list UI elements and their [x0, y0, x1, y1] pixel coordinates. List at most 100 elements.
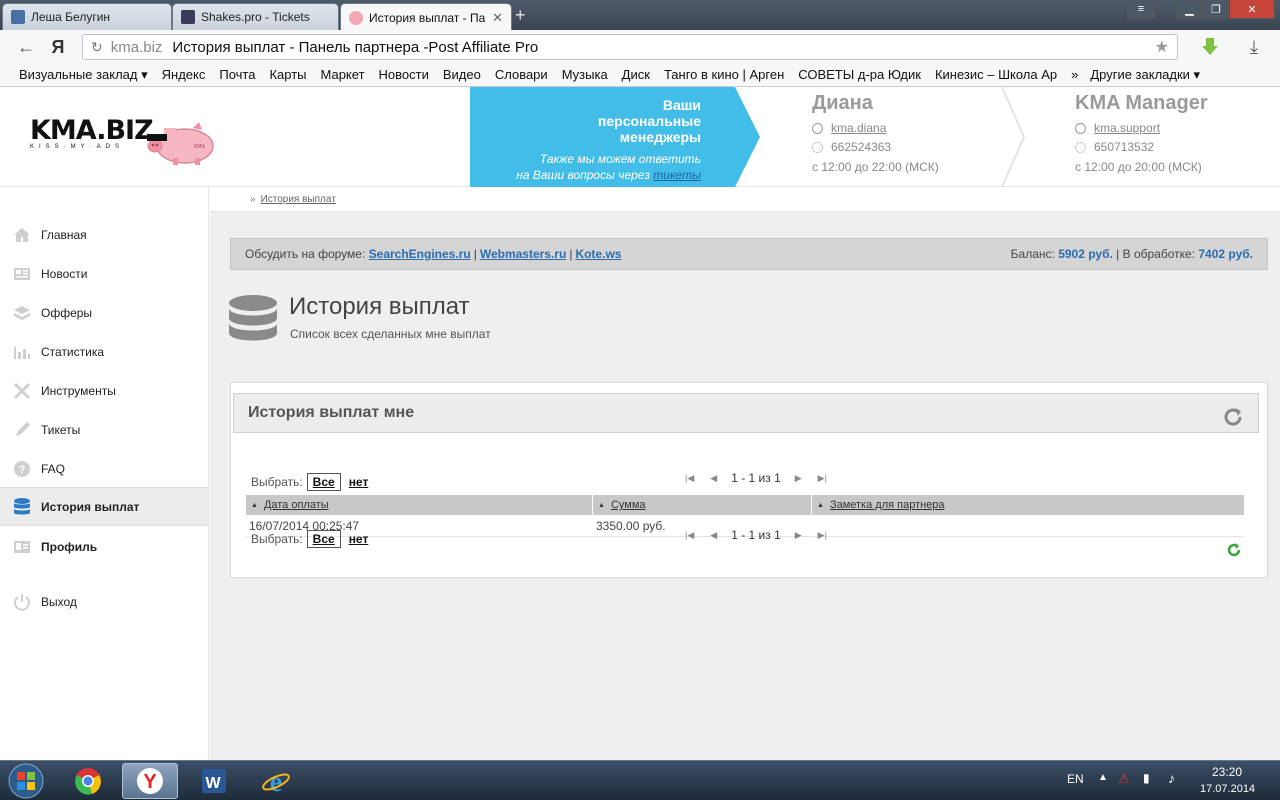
close-tab-icon[interactable]: ✕ [486, 10, 503, 26]
first-page-icon[interactable]: |◀ [685, 530, 694, 541]
sidebar-item-faq[interactable]: ? FAQ [0, 449, 208, 488]
breadcrumb-current[interactable]: История выплат [261, 194, 336, 205]
bookmark-maps[interactable]: Карты [269, 67, 306, 82]
bookmark-dictionaries[interactable]: Словари [495, 67, 548, 82]
bookmark-star-icon[interactable]: ★ [1155, 37, 1169, 57]
sidebar-item-tools[interactable]: Инструменты [0, 371, 208, 410]
chrome-taskbar-icon[interactable] [60, 763, 116, 799]
forum-link-kote[interactable]: Kote.ws [575, 247, 621, 261]
prev-page-icon[interactable]: ◀ [710, 530, 717, 541]
page-heading: История выплат Список всех сделанных мне… [228, 293, 828, 353]
shakes-favicon-icon [181, 10, 195, 24]
bookmark-yandex[interactable]: Яндекс [162, 67, 206, 82]
sidebar-item-stats[interactable]: Статистика [0, 332, 208, 371]
next-page-icon[interactable]: ▶ [795, 473, 802, 484]
skype-icon [1075, 122, 1086, 134]
prev-page-icon[interactable]: ◀ [710, 473, 717, 484]
forum-link-searchengines[interactable]: SearchEngines.ru [369, 247, 471, 261]
clock-date[interactable]: 17.07.2014 [1200, 783, 1255, 795]
sidebar-item-tickets[interactable]: Тикеты [0, 410, 208, 449]
manager-skype-link[interactable]: kma.diana [831, 121, 886, 135]
kma-logo[interactable]: KMA.BIZ KISS·MY·ADS [30, 117, 154, 151]
language-indicator[interactable]: EN [1067, 772, 1084, 786]
sidebar-item-home[interactable]: Главная [0, 215, 208, 254]
power-icon [12, 592, 32, 612]
sidebar-nav: Главная Новости Офферы Статистика Инстру… [0, 187, 209, 760]
home-icon [12, 225, 32, 245]
bookmarks-overflow-icon[interactable]: » [1071, 67, 1078, 82]
tab-shakes-tickets[interactable]: Shakes.pro - Tickets [172, 3, 339, 30]
yandex-browser-taskbar-icon[interactable]: Y [122, 763, 178, 799]
address-bar[interactable]: ↻ kma.biz История выплат - Панель партне… [82, 34, 1178, 60]
column-amount[interactable]: ▲ Сумма [593, 495, 812, 515]
bookmark-news[interactable]: Новости [379, 67, 429, 82]
close-window-button[interactable]: ✕ [1229, 0, 1275, 19]
bookmark-tango[interactable]: Танго в кино | Арген [664, 67, 784, 82]
export-refresh-icon[interactable] [1227, 543, 1241, 560]
internet-explorer-taskbar-icon[interactable]: e [248, 763, 304, 799]
tickets-link[interactable]: тикеты [653, 168, 701, 182]
sidebar-item-news[interactable]: Новости [0, 254, 208, 293]
select-none-button[interactable]: нет [349, 532, 369, 546]
yandex-y-icon[interactable]: Я [46, 35, 70, 59]
tab-leha-belugin[interactable]: Леша Белугин [2, 3, 172, 30]
select-all-button[interactable]: Все [306, 473, 341, 491]
sidebar-item-profile[interactable]: Профиль [0, 527, 208, 566]
sidebar-item-label: Статистика [41, 344, 105, 359]
sidebar-item-label: Инструменты [41, 383, 116, 398]
network-warning-icon[interactable]: ⚠ [1118, 771, 1130, 787]
minimize-button[interactable]: ▁ [1176, 0, 1203, 19]
manager-skype-link[interactable]: kma.support [1094, 121, 1160, 135]
page-subtitle: Список всех сделанных мне выплат [290, 327, 491, 341]
pager-text: 1 - 1 из 1 [731, 471, 781, 485]
manager-icq: 662524363 [831, 140, 892, 154]
select-row-bottom: Выбрать: Все нет [251, 530, 369, 548]
bookmark-market[interactable]: Маркет [321, 67, 365, 82]
volume-icon[interactable]: ♪ [1168, 770, 1175, 786]
refresh-icon[interactable] [1222, 406, 1244, 431]
select-all-button[interactable]: Все [306, 530, 341, 548]
new-tab-button[interactable]: + [515, 5, 526, 26]
sidebar-item-label: Главная [41, 227, 87, 242]
start-button[interactable] [4, 762, 48, 800]
column-date[interactable]: ▲ Дата оплаты [246, 495, 593, 515]
menu-icon[interactable]: ≡ [1127, 0, 1155, 19]
next-page-icon[interactable]: ▶ [795, 530, 802, 541]
bookmark-mail[interactable]: Почта [219, 67, 255, 82]
manager-hours: с 12:00 до 20:00 (МСК) [1075, 160, 1202, 174]
pager-bottom: |◀ ◀ 1 - 1 из 1 ▶ ▶| [677, 528, 835, 542]
column-note[interactable]: ▲ Заметка для партнера [812, 495, 1244, 515]
last-page-icon[interactable]: ▶| [818, 473, 827, 484]
sidebar-item-offers[interactable]: Офферы [0, 293, 208, 332]
banner-title: Ваши персональные менеджеры [597, 97, 701, 145]
reload-icon[interactable]: ↻ [91, 39, 103, 56]
manager-card-diana: Диана kma.diana 662524363 с 12:00 до 22:… [812, 92, 939, 174]
first-page-icon[interactable]: |◀ [685, 473, 694, 484]
bookmark-other[interactable]: Другие закладки ▾ [1090, 67, 1200, 83]
bookmark-disk[interactable]: Диск [622, 67, 650, 82]
download-green-icon[interactable] [1198, 35, 1222, 59]
maximize-button[interactable]: ❐ [1203, 0, 1229, 19]
word-taskbar-icon[interactable]: W [186, 763, 242, 799]
bookmark-music[interactable]: Музыка [562, 67, 608, 82]
back-arrow-icon[interactable]: ← [14, 35, 38, 59]
downloads-icon[interactable]: ⤓ [1242, 35, 1266, 59]
bookmark-kinesis[interactable]: Кинезис – Школа Ар [935, 67, 1057, 82]
signal-icon[interactable]: ▮ [1143, 771, 1150, 785]
forum-link-webmasters[interactable]: Webmasters.ru [480, 247, 566, 261]
select-none-button[interactable]: нет [349, 475, 369, 489]
bookmark-yudik[interactable]: СОВЕТЫ д-ра Юдик [798, 67, 921, 82]
payment-history-panel: История выплат мне Выбрать: Все нет |◀ ◀… [230, 382, 1268, 578]
svg-text:?: ? [19, 464, 26, 476]
sidebar-item-logout[interactable]: Выход [0, 582, 208, 621]
tab-payment-history[interactable]: История выплат - Па ✕ [340, 3, 512, 31]
bookmark-visual[interactable]: Визуальные заклад ▾ [19, 67, 148, 83]
tray-expand-icon[interactable]: ▲ [1098, 772, 1108, 783]
panel-header: История выплат мне [233, 393, 1259, 433]
system-tray: EN ▲ ⚠ ▮ ♪ 23:20 17.07.2014 [1060, 761, 1280, 800]
clock-time[interactable]: 23:20 [1212, 765, 1242, 779]
bookmark-video[interactable]: Видео [443, 67, 481, 82]
sidebar-item-payment-history[interactable]: История выплат [0, 487, 208, 526]
main-content: » История выплат Обсудить на форуме: Sea… [210, 188, 1280, 760]
last-page-icon[interactable]: ▶| [818, 530, 827, 541]
